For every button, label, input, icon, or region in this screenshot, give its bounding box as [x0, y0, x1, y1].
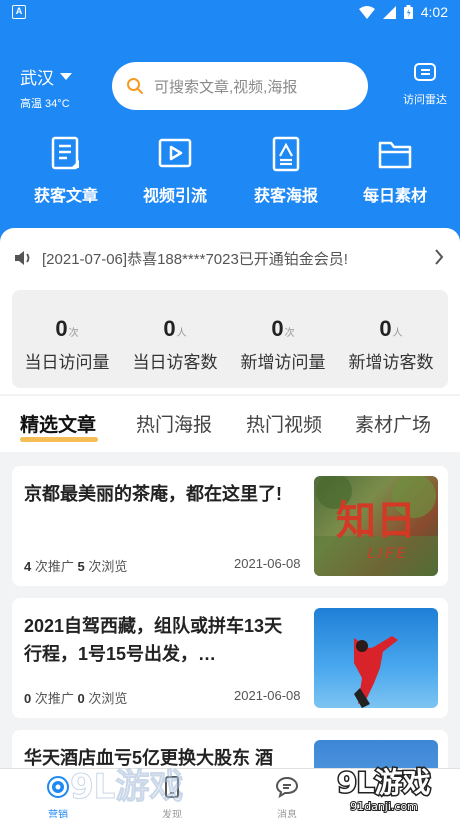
quick-action-poster[interactable]: 获客海报 — [236, 136, 336, 206]
watermark-faded-text: 9L游戏 — [70, 767, 183, 807]
clock: 4:02 — [420, 4, 448, 20]
quick-action-materials[interactable]: 每日素材 — [345, 136, 445, 206]
article-date: 2021-06-08 — [234, 688, 301, 703]
caret-down-icon — [60, 73, 72, 80]
radar-icon — [414, 63, 436, 81]
view-label: 次浏览 — [88, 691, 128, 706]
radar-label: 访问雷达 — [403, 94, 447, 106]
stat-value: 0 — [55, 316, 68, 341]
quick-action-articles[interactable]: 获客文章 — [16, 136, 116, 206]
stat-unit: 次 — [68, 328, 79, 339]
location-selector[interactable]: 武汉 高温 34°C — [20, 64, 72, 111]
article-card[interactable]: 京都最美丽的茶庵，都在这里了! 4 次推广 5 次浏览 2021-06-08 知… — [12, 466, 448, 586]
article-date: 2021-06-08 — [234, 556, 301, 571]
stat-label: 当日访问量 — [24, 353, 110, 372]
article-stats: 0 次推广 0 次浏览 — [24, 688, 127, 707]
search-input[interactable]: 可搜索文章,视频,海报 — [112, 62, 368, 110]
weather-text: 高温 34°C — [20, 98, 70, 110]
header-background — [0, 0, 460, 250]
promo-count: 4 — [24, 559, 32, 574]
stat-new-visits: 0次 新增访问量 — [230, 290, 336, 388]
quick-action-label: 每日素材 — [362, 188, 427, 205]
stat-today-visitors: 0人 当日访客数 — [122, 290, 228, 388]
search-placeholder: 可搜索文章,视频,海报 — [154, 78, 298, 96]
stat-unit: 人 — [392, 328, 403, 339]
chevron-right-icon — [435, 249, 444, 265]
stat-today-visits: 0次 当日访问量 — [14, 290, 120, 388]
stats-panel: 0次 当日访问量 0人 当日访客数 0次 新增访问量 0人 新增访客数 — [12, 290, 448, 388]
stat-value: 0 — [379, 316, 392, 341]
nav-messages[interactable]: 消息 — [252, 775, 322, 818]
quick-action-label: 获客文章 — [33, 188, 98, 205]
article-stats: 4 次推广 5 次浏览 — [24, 556, 127, 575]
search-icon — [127, 78, 143, 94]
article-title: 2021自驾西藏，组队或拼车13天行程，1号15号出发，… — [24, 616, 283, 664]
stat-label: 新增访问量 — [240, 353, 326, 372]
speaker-icon — [15, 251, 30, 265]
tab-featured-articles[interactable]: 精选文章 — [20, 410, 96, 437]
watermark-logo: 9L游戏 91danji.com — [318, 760, 450, 815]
promo-label: 次推广 — [34, 691, 74, 706]
city-name: 武汉 — [20, 69, 54, 88]
watermark-url: 91danji.com — [350, 800, 418, 813]
article-thumbnail — [314, 608, 438, 708]
folder-icon — [378, 141, 412, 169]
visit-radar-button[interactable]: 访问雷达 — [398, 62, 452, 107]
thumbnail-subtitle: LIFE — [368, 546, 409, 562]
article-icon — [51, 136, 79, 170]
view-label: 次浏览 — [88, 559, 128, 574]
quick-action-label: 获客海报 — [253, 188, 318, 205]
stat-value: 0 — [271, 316, 284, 341]
article-card[interactable]: 2021自驾西藏，组队或拼车13天行程，1号15号出发，… 0 次推广 0 次浏… — [12, 598, 448, 718]
tab-hot-videos[interactable]: 热门视频 — [246, 410, 322, 437]
status-bar: A 4:02 — [0, 0, 460, 26]
content-tabs: 精选文章 热门海报 热门视频 素材广场 — [0, 396, 460, 452]
promo-count: 0 — [24, 691, 32, 706]
nav-label: 消息 — [277, 810, 297, 818]
chat-icon — [275, 776, 299, 799]
stat-label: 新增访客数 — [348, 353, 434, 372]
quick-action-label: 视频引流 — [142, 188, 207, 205]
tab-hot-posters[interactable]: 热门海报 — [136, 410, 212, 437]
tab-material-square[interactable]: 素材广场 — [355, 410, 431, 437]
wifi-icon — [358, 5, 375, 19]
stat-new-visitors: 0人 新增访客数 — [338, 290, 444, 388]
announcement-text: [2021-07-06]恭喜188****7023已开通铂金会员! — [42, 250, 348, 268]
video-icon — [158, 138, 192, 168]
article-title: 京都最美丽的茶庵，都在这里了! — [24, 484, 282, 504]
stat-value: 0 — [163, 316, 176, 341]
announcement-bar[interactable]: [2021-07-06]恭喜188****7023已开通铂金会员! — [14, 244, 446, 272]
stat-label: 当日访客数 — [132, 353, 218, 372]
battery-icon — [403, 5, 413, 19]
app-notification-icon: A — [12, 5, 26, 19]
signal-icon — [382, 5, 396, 19]
stat-unit: 人 — [176, 328, 187, 339]
view-count: 5 — [77, 559, 85, 574]
promo-label: 次推广 — [34, 559, 74, 574]
article-thumbnail: 知日 LIFE — [314, 476, 438, 576]
quick-action-video[interactable]: 视频引流 — [125, 136, 225, 206]
thumbnail-title: 知日 — [336, 498, 416, 544]
poster-icon — [272, 136, 300, 172]
stat-unit: 次 — [284, 328, 295, 339]
view-count: 0 — [77, 691, 85, 706]
watermark-text: 9L游戏 — [337, 766, 430, 799]
active-tab-indicator — [20, 437, 98, 442]
watermark-logo-faded: 9L游戏 — [70, 767, 184, 808]
